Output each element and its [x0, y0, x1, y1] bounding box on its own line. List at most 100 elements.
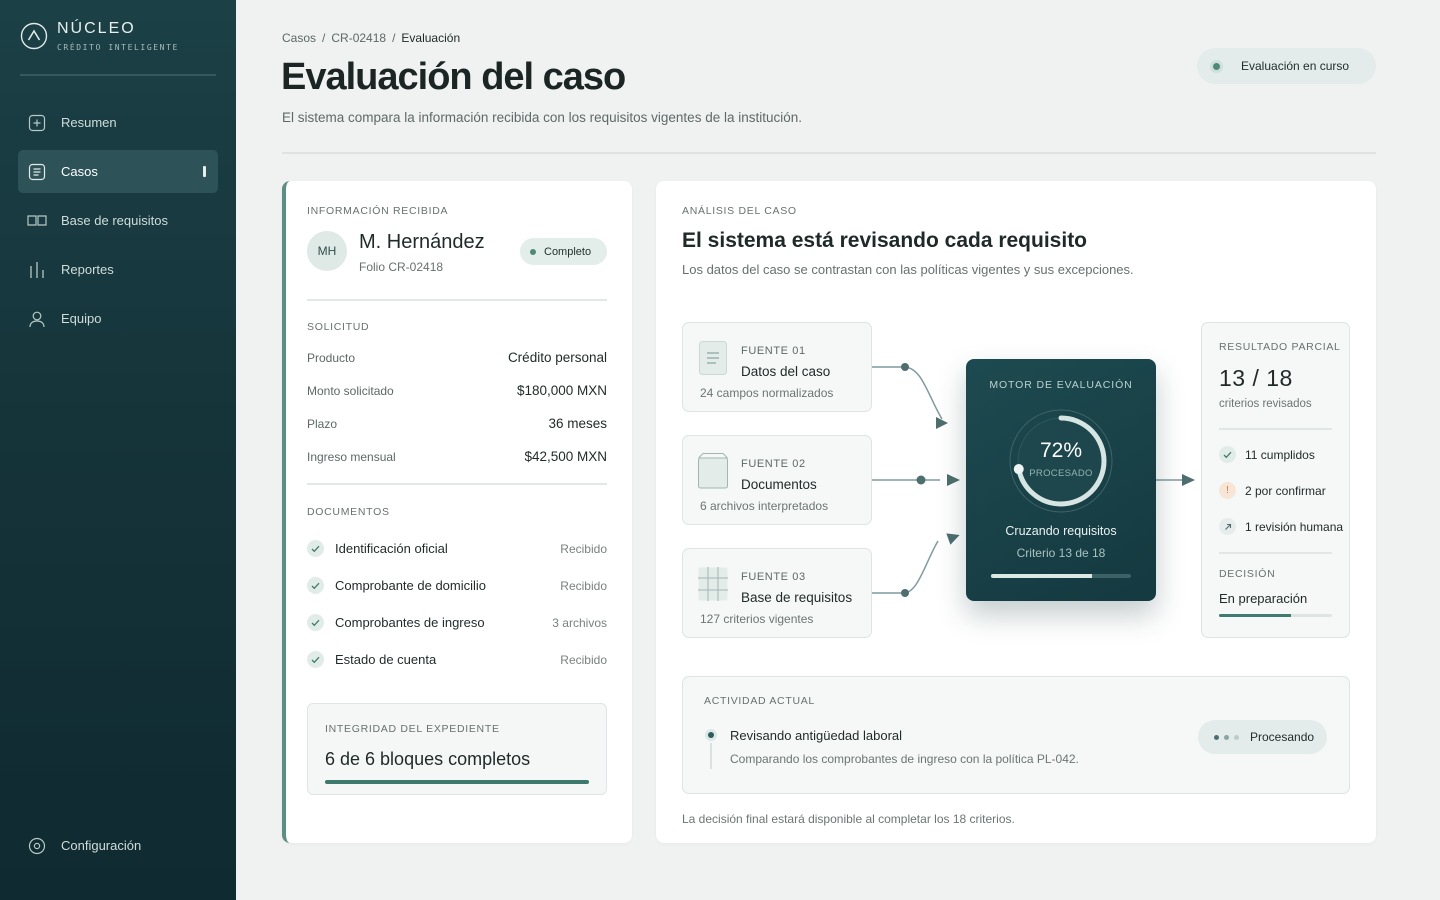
plus-square-icon	[27, 113, 47, 133]
case-analysis-card: Análisis del caso El sistema está revisa…	[656, 181, 1376, 843]
settings-icon	[27, 836, 47, 856]
page-title: Evaluación del caso	[281, 56, 626, 98]
document-status: Recibido	[560, 652, 607, 667]
source-label: FUENTE 01	[741, 345, 806, 357]
engine-progress-bar	[991, 574, 1131, 578]
request-row: Monto solicitado $180,000 MXN	[307, 383, 607, 398]
request-field-value: 36 meses	[548, 416, 607, 431]
result-item-text: 1 revisión humana	[1245, 519, 1344, 534]
request-field-label: Ingreso mensual	[307, 449, 396, 464]
request-field-value: $180,000 MXN	[516, 383, 607, 398]
document-status: Recibido	[560, 541, 607, 556]
check-icon	[307, 651, 324, 668]
logo-icon	[20, 22, 48, 50]
loading-dots-icon	[1214, 734, 1239, 740]
engine-label: MOTOR DE EVALUACIÓN	[989, 379, 1133, 391]
integrity-panel: Integridad del expediente 6 de 6 bloques…	[307, 703, 607, 795]
complete-badge: Completo	[520, 238, 607, 265]
brand-logo[interactable]: NÚCLEO CRÉDITO INTELIGENTE	[20, 20, 179, 52]
engine-status: Cruzando requisitos	[1005, 524, 1117, 538]
request-label: Solicitud	[307, 321, 370, 333]
grid-icon	[698, 567, 728, 601]
nav-label: Resumen	[61, 115, 117, 130]
integrity-label: Integridad del expediente	[325, 723, 500, 735]
result-item: 11 cumplidos	[1219, 446, 1315, 463]
divider	[1219, 428, 1332, 430]
source-name: Documentos	[741, 477, 817, 492]
current-activity-panel: ACTIVIDAD ACTUAL Revisando antigüedad la…	[682, 676, 1350, 794]
breadcrumb-item-case[interactable]: CR-02418	[331, 31, 386, 45]
request-field-label: Monto solicitado	[307, 383, 394, 398]
activity-desc: Comparando los comprobantes de ingreso c…	[730, 752, 1079, 766]
document-item[interactable]: Comprobantes de ingreso 3 archivos	[307, 614, 607, 631]
nav-label: Configuración	[61, 838, 142, 853]
box-icon	[698, 453, 728, 489]
documents-label: Documentos	[307, 506, 390, 518]
nav-item-configuracion[interactable]: Configuración	[18, 824, 218, 867]
sidebar-divider	[20, 74, 216, 76]
result-item-text: 11 cumplidos	[1245, 447, 1315, 462]
request-row: Plazo 36 meses	[307, 416, 607, 431]
activity-label: ACTIVIDAD ACTUAL	[704, 695, 815, 707]
badge-dot-icon	[530, 248, 536, 255]
decision-label: DECISIÓN	[1219, 568, 1276, 580]
nav-item-resumen[interactable]: Resumen	[18, 101, 218, 144]
nav-item-base-de-requisitos[interactable]: Base de requisitos	[18, 199, 218, 242]
document-item[interactable]: Estado de cuenta Recibido	[307, 651, 607, 668]
exclamation-icon: !	[1219, 482, 1236, 499]
source-card-base-de-requisitos[interactable]: FUENTE 03 Base de requisitos 127 criteri…	[682, 548, 872, 638]
nav-item-casos[interactable]: Casos	[18, 150, 218, 193]
source-desc: 127 criterios vigentes	[700, 612, 814, 626]
book-icon	[27, 211, 47, 231]
integrity-value: 6 de 6 bloques completos	[325, 749, 531, 769]
processing-badge: Procesando	[1198, 720, 1327, 754]
status-text: Evaluación en curso	[1241, 59, 1350, 73]
divider	[307, 483, 607, 485]
check-icon	[307, 614, 324, 631]
source-name: Base de requisitos	[741, 590, 853, 605]
result-caption: criterios revisados	[1219, 398, 1312, 410]
nav-item-equipo[interactable]: Equipo	[18, 297, 218, 340]
source-label: FUENTE 03	[741, 571, 806, 583]
nav-label: Casos	[61, 164, 98, 179]
source-label: FUENTE 02	[741, 458, 806, 470]
engine-criterion: Criterio 13 de 18	[1016, 546, 1106, 560]
result-item: 1 revisión humana	[1219, 518, 1343, 535]
nav-label: Reportes	[61, 262, 114, 277]
processing-text: Procesando	[1250, 730, 1315, 744]
document-name: Estado de cuenta	[335, 652, 437, 667]
engine-processed-label: PROCESADO	[1029, 468, 1093, 479]
badge-text: Completo	[544, 245, 592, 258]
request-field-label: Producto	[307, 350, 356, 365]
decision-progress-bar	[1219, 614, 1332, 617]
document-status: Recibido	[560, 578, 607, 593]
engine-percent: 72%	[1039, 439, 1083, 462]
source-card-documentos[interactable]: FUENTE 02 Documentos 6 archivos interpre…	[682, 435, 872, 525]
client-folio: Folio CR-02418	[359, 260, 444, 274]
client-name: M. Hernández	[359, 231, 485, 253]
document-icon	[27, 162, 47, 182]
document-item[interactable]: Identificación oficial Recibido	[307, 540, 607, 557]
status-dot-icon	[1213, 62, 1220, 70]
document-name: Comprobantes de ingreso	[335, 615, 485, 630]
result-item: ! 2 por confirmar	[1219, 482, 1326, 499]
document-item[interactable]: Comprobante de domicilio Recibido	[307, 577, 607, 594]
breadcrumb-separator: /	[392, 31, 396, 45]
list-document-icon	[698, 341, 728, 375]
source-card-datos-del-caso[interactable]: FUENTE 01 Datos del caso 24 campos norma…	[682, 322, 872, 412]
footnote: La decisión final estará disponible al c…	[682, 812, 1015, 826]
document-name: Identificación oficial	[335, 541, 448, 556]
brand-tagline: CRÉDITO INTELIGENTE	[57, 43, 179, 52]
progress-fill	[1219, 614, 1292, 617]
nav-label: Equipo	[61, 311, 102, 326]
check-icon	[307, 540, 324, 557]
evaluation-status-badge: Evaluación en curso	[1197, 48, 1376, 84]
request-row: Producto Crédito personal	[307, 350, 607, 365]
check-icon	[307, 577, 324, 594]
breadcrumb-item-casos[interactable]: Casos	[282, 31, 316, 45]
result-value: 13 / 18	[1219, 365, 1293, 391]
partial-result-panel: RESULTADO PARCIAL 13 / 18 criterios revi…	[1201, 322, 1350, 638]
nav-item-reportes[interactable]: Reportes	[18, 248, 218, 291]
page-subtitle: El sistema compara la información recibi…	[282, 110, 803, 125]
result-item-text: 2 por confirmar	[1245, 483, 1326, 498]
